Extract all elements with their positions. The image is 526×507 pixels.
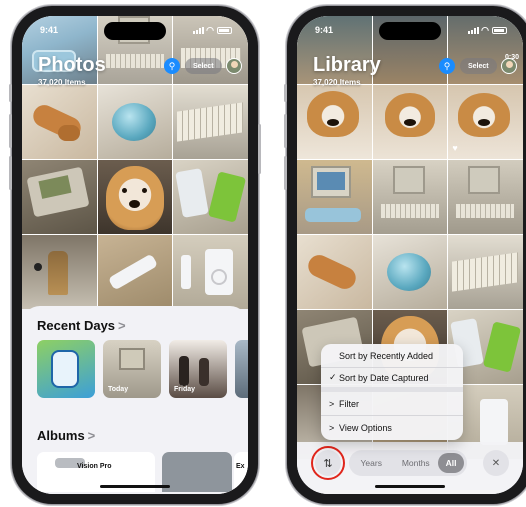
home-indicator <box>375 485 445 488</box>
time-segmented-control[interactable]: Years Months All <box>349 450 467 476</box>
search-button[interactable]: ⚲ <box>164 58 180 74</box>
photo-cell[interactable] <box>372 235 448 309</box>
page-title: Library <box>313 54 381 76</box>
segment-months[interactable]: Months <box>394 458 439 468</box>
photo-cell[interactable] <box>173 160 248 234</box>
photo-cell[interactable] <box>97 235 173 309</box>
recent-day-card[interactable]: Friday <box>169 340 227 398</box>
home-indicator <box>100 485 170 488</box>
recent-days-title: Recent Days <box>37 318 116 333</box>
photo-cell[interactable] <box>22 160 97 234</box>
chevron-right-icon: > <box>329 398 335 409</box>
menu-item-filter[interactable]: > Filter <box>321 392 463 416</box>
sort-menu: Sort by Recently Added ✓ Sort by Date Ca… <box>321 344 463 440</box>
signal-icon <box>468 27 480 34</box>
screen-photos: 9:41 ◠ Photos 37,020 Items ⚲ Select Rece… <box>22 16 248 494</box>
search-button[interactable]: ⚲ <box>439 58 455 74</box>
close-button[interactable]: ✕ <box>483 450 509 476</box>
photo-cell[interactable] <box>297 160 372 234</box>
photo-cell[interactable] <box>372 160 448 234</box>
battery-icon <box>217 27 232 34</box>
chevron-right-icon: > <box>118 318 126 333</box>
photo-cell[interactable] <box>372 85 448 159</box>
album-label: Vision Pro <box>77 463 112 470</box>
select-button[interactable]: Select <box>460 58 497 74</box>
recent-day-card[interactable] <box>37 340 95 398</box>
menu-item-sort-recently-added[interactable]: Sort by Recently Added <box>321 344 463 368</box>
close-icon: ✕ <box>491 457 501 469</box>
item-count: 37,020 Items <box>38 78 86 87</box>
photo-cell[interactable] <box>173 235 248 309</box>
album-label: Ex <box>236 463 245 470</box>
photo-cell[interactable] <box>97 85 173 159</box>
photo-cell[interactable] <box>448 160 523 234</box>
albums-title: Albums <box>37 428 85 443</box>
item-count: 37,020 Items <box>313 78 361 87</box>
wifi-icon: ◠ <box>481 25 489 35</box>
photo-cell[interactable] <box>173 85 248 159</box>
photo-cell[interactable] <box>448 235 523 309</box>
photo-cell[interactable]: ♥ <box>448 85 523 159</box>
menu-item-sort-date-captured[interactable]: ✓ Sort by Date Captured <box>321 368 463 392</box>
collections-panel: Recent Days > Today Friday Albums > Visi… <box>22 306 248 494</box>
search-icon: ⚲ <box>168 60 176 71</box>
segment-years[interactable]: Years <box>349 458 394 468</box>
avatar[interactable] <box>501 58 517 74</box>
checkmark-icon: ✓ <box>329 372 337 382</box>
recent-day-label: Friday <box>174 386 196 393</box>
segment-all[interactable]: All <box>438 453 464 473</box>
select-button[interactable]: Select <box>185 58 222 74</box>
phone-library: 9:41 ◠ 0:30 ♥ Library 37,020 Items ⚲ Sel… <box>284 6 526 504</box>
photo-cell[interactable] <box>97 160 173 234</box>
signal-icon <box>193 27 205 34</box>
photo-cell[interactable] <box>22 235 97 309</box>
recent-days-header[interactable]: Recent Days > <box>37 318 126 333</box>
highlight-ring <box>311 446 345 480</box>
dynamic-island <box>104 22 166 40</box>
chevron-right-icon: > <box>87 428 96 443</box>
search-icon: ⚲ <box>443 60 451 71</box>
recent-day-label: Today <box>108 386 129 393</box>
heart-icon: ♥ <box>452 143 458 153</box>
battery-icon <box>492 27 507 34</box>
photo-cell[interactable] <box>297 85 372 159</box>
status-time: 9:41 <box>40 25 59 35</box>
chevron-right-icon: > <box>329 423 335 433</box>
photo-cell[interactable] <box>22 85 97 159</box>
dynamic-island <box>379 22 441 40</box>
avatar[interactable] <box>226 58 242 74</box>
photo-cell[interactable] <box>297 235 372 309</box>
menu-item-view-options[interactable]: > View Options <box>321 416 463 440</box>
screen-library: 9:41 ◠ 0:30 ♥ Library 37,020 Items ⚲ Sel… <box>297 16 523 494</box>
album-card[interactable] <box>162 452 232 492</box>
wifi-icon: ◠ <box>206 25 214 35</box>
recent-day-card[interactable]: Today <box>103 340 161 398</box>
albums-header[interactable]: Albums > <box>37 428 95 443</box>
page-title: Photos <box>38 54 106 76</box>
status-time: 9:41 <box>315 25 334 35</box>
phone-photos: 9:41 ◠ Photos 37,020 Items ⚲ Select Rece… <box>9 6 261 504</box>
album-card[interactable]: Ex <box>234 452 248 492</box>
recent-day-card[interactable] <box>235 340 248 398</box>
